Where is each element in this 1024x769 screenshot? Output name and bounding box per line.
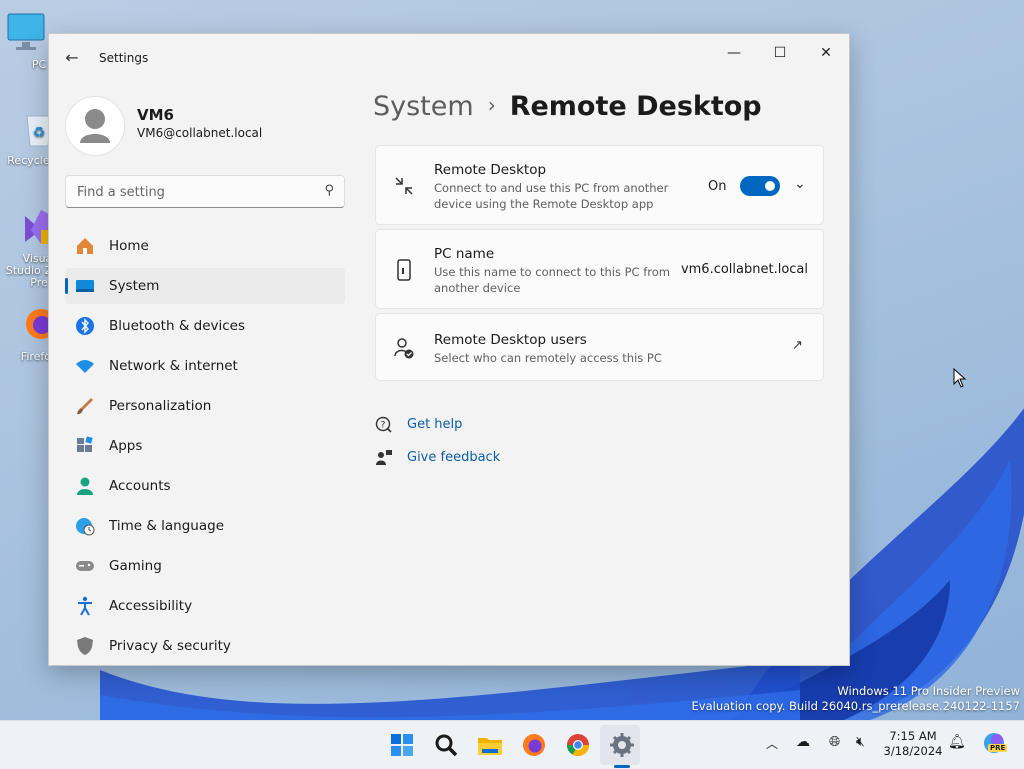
sidebar-item-label: Privacy & security [109,638,231,654]
search-input[interactable] [75,182,309,202]
taskbar: ︿ ☁ 🌐︎ 🔇︎ 7:15 AM 3/18/2024 🔔︎ PRE [0,720,1024,769]
close-button[interactable]: ✕ [803,38,849,68]
settings-window: ← Settings — ☐ ✕ VM6 VM6@collabnet.local… [48,33,850,666]
sidebar-item-label: Personalization [109,398,212,414]
back-button[interactable]: ← [61,48,83,70]
sidebar-item-label: Network & internet [109,358,238,374]
shield-icon [77,637,93,655]
sidebar-item-label: Time & language [109,518,225,534]
sidebar-item-label: Accounts [109,478,171,494]
network-icon [76,360,94,373]
sidebar-item-home[interactable]: Home [65,228,345,264]
give-feedback-link[interactable]: Give feedback [407,450,500,465]
avatar [65,96,125,156]
sidebar-item-label: Accessibility [109,598,193,614]
page-title: Remote Desktop [509,91,762,122]
sidebar-item-label: Gaming [109,558,162,574]
remote-desktop-card[interactable]: Remote Desktop Connect to and use this P… [375,145,824,225]
mouse-cursor-icon [953,368,967,388]
person-icon [80,109,110,143]
back-arrow-icon: ← [65,48,79,67]
card-description: Select who can remotely access this PC [434,351,662,365]
chevron-down-icon[interactable]: ⌄ [794,176,806,192]
app-title: Settings [99,51,149,65]
external-link-icon[interactable]: ↗ [792,338,803,353]
brush-icon [77,398,93,415]
toggle-state-label: On [708,179,727,194]
card-title: Remote Desktop users [434,332,587,348]
chrome-icon[interactable] [562,729,594,761]
user-name: VM6 [137,106,174,124]
sidebar-nav: Home System Bluetooth & devices Network … [65,228,345,665]
get-help-link[interactable]: Get help [407,417,462,432]
remote-desktop-users-card[interactable]: Remote Desktop users Select who can remo… [375,313,824,381]
sidebar-item-label: Apps [109,438,143,454]
pc-tower-icon [397,259,411,281]
sidebar-item-label: Home [109,238,149,254]
help-icon: ? [375,416,392,433]
svg-text:?: ? [381,421,386,431]
remote-desktop-toggle[interactable] [740,176,780,196]
search-icon: ⚲ [324,183,334,198]
evaluation-watermark: Windows 11 Pro Insider Preview Evaluatio… [692,684,1020,714]
clock-time: 7:15 AM [889,729,937,743]
user-email: VM6@collabnet.local [137,126,263,140]
sidebar-item-bluetooth[interactable]: Bluetooth & devices [65,308,345,344]
sidebar-item-apps[interactable]: Apps [65,428,345,464]
home-icon [77,238,93,254]
clock-date: 3/18/2024 [883,744,943,758]
monitor-icon [7,13,45,50]
maximize-button[interactable]: ☐ [757,38,803,68]
minimize-button[interactable]: — [711,38,757,68]
card-description: Connect to and use this PC from another … [434,181,669,211]
firefox-icon[interactable] [518,729,550,761]
gamepad-icon [76,561,94,571]
sidebar-item-label: System [109,278,160,294]
notification-bell-icon[interactable]: 🔔︎ [948,734,966,750]
sidebar-item-time-language[interactable]: Time & language [65,508,345,544]
card-title: Remote Desktop [434,162,547,178]
sidebar-item-accounts[interactable]: Accounts [65,468,345,504]
watermark-line: Windows 11 Pro Insider Preview [837,684,1020,698]
accounts-icon [77,477,93,495]
pc-name-card: PC name Use this name to connect to this… [375,229,824,309]
sidebar-item-personalization[interactable]: Personalization [65,388,345,424]
volume-muted-icon[interactable]: 🔇︎ [856,734,865,750]
search-icon[interactable] [430,729,462,761]
sidebar-item-gaming[interactable]: Gaming [65,548,345,584]
bluetooth-icon [76,317,94,335]
chevron-right-icon: › [487,93,496,117]
chevron-up-icon[interactable]: ︿ [766,735,778,752]
settings-icon[interactable] [606,729,638,761]
breadcrumb-parent[interactable]: System [373,91,474,122]
card-title: PC name [434,246,495,262]
cloud-offline-icon[interactable]: ☁ [796,734,810,750]
file-explorer-icon[interactable] [474,729,506,761]
copilot-icon[interactable]: PRE [982,731,1008,755]
sidebar-item-system[interactable]: System [65,268,345,304]
sidebar-item-accessibility[interactable]: Accessibility [65,588,345,624]
remote-desktop-icon [395,177,413,195]
system-clock[interactable]: 7:15 AM 3/18/2024 [880,729,946,759]
system-icon [76,280,94,292]
title-bar[interactable]: ← Settings — ☐ ✕ [49,34,849,82]
sidebar-item-network[interactable]: Network & internet [65,348,345,384]
start-icon[interactable] [386,729,418,761]
accessibility-icon [78,596,92,616]
pc-name-value: vm6.collabnet.local [680,262,808,277]
svg-text:♻: ♻ [33,125,46,141]
watermark-line: Evaluation copy. Build 26040.rs_prerelea… [691,699,1020,713]
apps-icon [77,436,93,452]
feedback-icon [376,450,392,465]
sidebar-item-label: Bluetooth & devices [109,318,246,334]
search-box[interactable]: ⚲ [65,175,345,208]
sidebar-item-privacy[interactable]: Privacy & security [65,628,345,664]
globe-clock-icon [76,518,95,536]
network-globe-icon[interactable]: 🌐︎ [829,734,840,750]
breadcrumb: System › Remote Desktop [373,91,762,122]
copilot-badge: PRE [988,744,1008,752]
users-check-icon [394,338,414,359]
card-description: Use this name to connect to this PC from… [434,265,670,295]
